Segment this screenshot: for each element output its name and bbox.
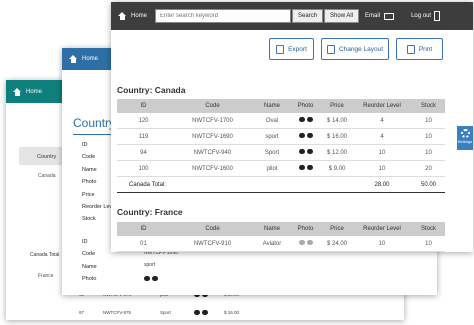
print-button[interactable]: Print [396, 38, 443, 60]
export-icon [276, 44, 285, 54]
field-list-2: ID Code Name Photo [82, 239, 97, 283]
logout-icon[interactable] [434, 11, 441, 21]
canada-total-label: Canada Total [30, 252, 60, 258]
table-row[interactable]: 100 NWTCFV-1600 pilot $ 9.00 10 20 [117, 160, 445, 177]
table-row[interactable]: 94 NWTCFV-940 Sport $ 12.00 10 10 [117, 144, 445, 161]
table-row[interactable]: 01 NWTCFV-910 Aviator $ 24.00 10 10 [117, 236, 445, 252]
table-header-row: ID Code Name Photo Price Reorder Level S… [117, 99, 445, 113]
toolbar: Home Search Show All Email Log out [111, 2, 473, 30]
home-link[interactable]: Home [82, 56, 98, 62]
front-report-window: Home Search Show All Email Log out Expor… [111, 2, 473, 252]
back-table-row: 97 NWTCFV-975 Sport $ 16.00 [79, 310, 240, 315]
gear-icon [460, 129, 470, 138]
glasses-icon [298, 240, 313, 245]
glasses-icon [298, 133, 313, 138]
home-link[interactable]: Home [131, 13, 147, 19]
table-row[interactable]: 120 NWTCFV-1700 Oval $ 14.00 4 10 [117, 113, 445, 129]
email-link[interactable]: Email [365, 13, 380, 19]
search-bar: Search Show All [155, 9, 360, 23]
search-button[interactable]: Search [292, 9, 324, 23]
home-icon[interactable] [118, 12, 127, 20]
glasses-icon [298, 149, 313, 154]
france-label: France [38, 273, 54, 279]
export-button[interactable]: Export [269, 38, 314, 60]
show-all-button[interactable]: Show All [324, 9, 360, 23]
search-input[interactable] [155, 9, 292, 23]
group-title-france: Country: France [117, 207, 183, 217]
title-underline [73, 134, 113, 135]
table-header-row: ID Code Name Photo Price Reorder Level S… [117, 222, 445, 236]
home-icon[interactable] [69, 55, 78, 63]
change-layout-button[interactable]: Change Layout [321, 38, 389, 60]
glasses-icon [298, 165, 313, 170]
table-row[interactable]: 119 NWTCFV-1690 sport $ 16.00 4 10 [117, 128, 445, 145]
country-label: Country [37, 154, 57, 160]
total-row: Canada Total: 28.00 50.00 [117, 176, 445, 193]
home-link[interactable]: Home [26, 89, 42, 95]
canada-table: ID Code Name Photo Price Reorder Level S… [117, 99, 445, 193]
glasses-icon [298, 117, 313, 122]
home-icon[interactable] [13, 87, 22, 96]
glasses-icon [194, 310, 208, 315]
printer-icon [406, 44, 415, 54]
name-value: sport [144, 262, 156, 268]
envelope-icon[interactable] [384, 12, 395, 20]
glasses-icon [144, 276, 158, 281]
layout-icon [326, 44, 335, 54]
france-table: ID Code Name Photo Price Reorder Level S… [117, 222, 445, 252]
group-title-canada: Country: Canada [117, 85, 186, 95]
settings-tab[interactable]: Settings [457, 126, 473, 150]
canada-label: Canada [38, 173, 56, 179]
logout-link[interactable]: Log out [411, 13, 431, 19]
